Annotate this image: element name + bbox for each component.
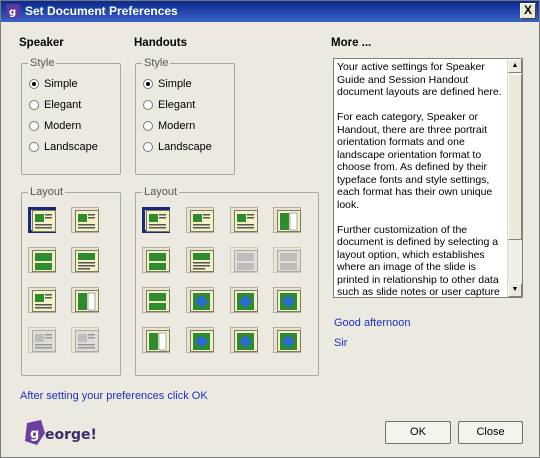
more-info-textbox[interactable]: Your active settings for Speaker Guide a… [333,58,523,298]
close-button[interactable]: Close [458,421,523,444]
radio-selected-icon [29,79,39,89]
title-bar: g Set Document Preferences X [1,1,539,22]
radio-icon [143,100,153,110]
speaker-style-modern[interactable]: Modern [29,120,81,132]
layout-page-icon [146,290,170,312]
logo-text: eorge! [45,427,95,443]
preferences-dialog: g Set Document Preferences X Speaker Sty… [0,0,540,458]
radio-icon [143,142,153,152]
layout-page-icon [146,330,170,352]
layout-page-icon [75,290,99,312]
handouts-layout-option-5[interactable] [142,247,170,273]
speaker-style-landscape[interactable]: Landscape [29,141,98,153]
speaker-layout-option-2[interactable] [71,207,99,233]
handouts-layout-legend: Layout [144,186,178,198]
layout-page-icon [277,330,301,352]
handouts-layout-option-8[interactable] [273,247,301,273]
layout-page-icon [190,250,214,272]
speaker-layout-option-5[interactable] [28,287,56,313]
speaker-style-simple[interactable]: Simple [29,78,78,90]
speaker-style-group: Style [21,57,121,175]
layout-page-icon [277,250,301,272]
layout-page-icon [75,250,99,272]
handouts-layout-option-14[interactable] [186,327,214,353]
layout-page-icon [234,330,258,352]
scroll-thumb[interactable] [508,74,522,240]
speaker-heading: Speaker [19,37,64,49]
svg-text:g: g [30,427,39,442]
svg-text:g: g [9,7,16,18]
handouts-layout-option-9[interactable] [142,287,170,313]
handouts-style-group: Style [135,57,235,175]
handouts-layout-option-16[interactable] [273,327,301,353]
handouts-style-legend: Style [144,57,169,69]
handouts-layout-option-1[interactable] [142,207,170,233]
george-logo: g eorge! [25,420,95,445]
speaker-layout-option-4[interactable] [71,247,99,273]
handouts-style-modern[interactable]: Modern [143,120,195,132]
more-info-text: Your active settings for Speaker Guide a… [337,61,502,298]
ok-button[interactable]: OK [385,421,451,444]
layout-page-icon [75,330,99,352]
handouts-layout-option-6[interactable] [186,247,214,273]
greeting-text: Good afternoon [334,317,411,329]
speaker-layout-option-8[interactable] [71,327,99,353]
layout-page-icon [146,250,170,272]
app-icon: g [6,4,20,18]
layout-page-icon [146,210,170,232]
handouts-layout-option-2[interactable] [186,207,214,233]
speaker-style-elegant[interactable]: Elegant [29,99,81,111]
layout-page-icon [234,250,258,272]
radio-icon [29,142,39,152]
layout-page-icon [234,210,258,232]
scroll-up-arrow-icon[interactable]: ▲ [508,59,522,73]
handouts-layout-option-10[interactable] [186,287,214,313]
handouts-layout-option-12[interactable] [273,287,301,313]
handouts-style-simple[interactable]: Simple [143,78,192,90]
speaker-style-legend: Style [30,57,55,69]
speaker-layout-option-6[interactable] [71,287,99,313]
layout-page-icon [277,290,301,312]
layout-page-icon [234,290,258,312]
speaker-layout-option-3[interactable] [28,247,56,273]
handouts-layout-option-13[interactable] [142,327,170,353]
layout-page-icon [32,330,56,352]
speaker-layout-legend: Layout [30,186,64,198]
handouts-layout-option-11[interactable] [230,287,258,313]
speaker-layout-option-1[interactable] [28,207,56,233]
handouts-layout-option-15[interactable] [230,327,258,353]
handouts-layout-option-4[interactable] [273,207,301,233]
scroll-down-arrow-icon[interactable]: ▼ [508,283,522,297]
radio-selected-icon [143,79,153,89]
layout-page-icon [190,290,214,312]
radio-icon [29,121,39,131]
more-info-scrollbar[interactable]: ▲ ▼ [507,59,522,297]
handouts-heading: Handouts [134,37,188,49]
layout-page-icon [32,210,56,232]
layout-page-icon [190,330,214,352]
handouts-layout-option-3[interactable] [230,207,258,233]
handouts-layout-option-7[interactable] [230,247,258,273]
handouts-style-landscape[interactable]: Landscape [143,141,212,153]
handouts-style-elegant[interactable]: Elegant [143,99,195,111]
layout-page-icon [277,210,301,232]
window-title: Set Document Preferences [25,4,178,18]
instruction-text: After setting your preferences click OK [20,390,208,402]
radio-icon [29,100,39,110]
layout-page-icon [190,210,214,232]
layout-page-icon [32,250,56,272]
layout-page-icon [32,290,56,312]
layout-page-icon [75,210,99,232]
radio-icon [143,121,153,131]
more-heading: More ... [331,37,372,49]
speaker-layout-option-7[interactable] [28,327,56,353]
user-name-text: Sir [334,337,348,349]
close-window-button[interactable]: X [520,3,536,19]
